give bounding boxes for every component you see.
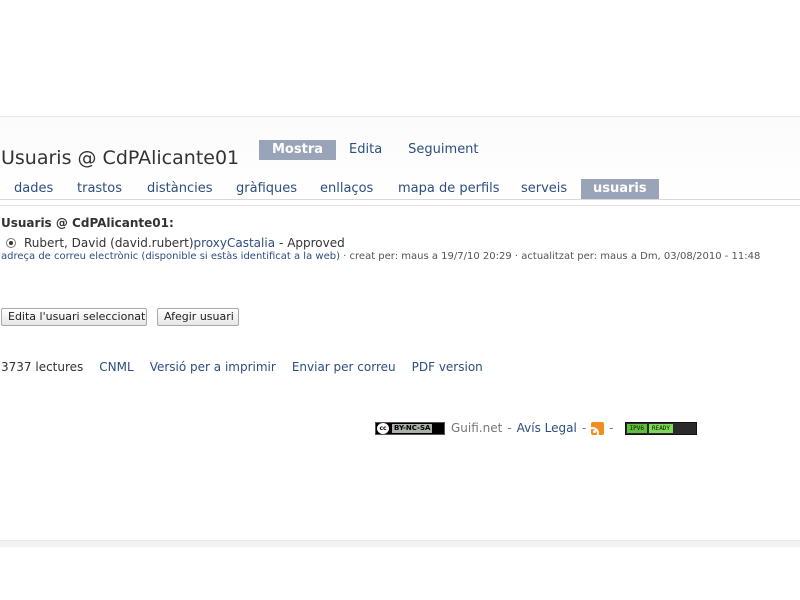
rss-feed-icon[interactable] xyxy=(591,421,605,435)
legal-notice-link[interactable]: Avís Legal xyxy=(517,421,577,435)
user-status: - Approved xyxy=(279,236,345,250)
user-proxy-link[interactable]: proxyCastalia xyxy=(194,236,276,250)
ipv6-ready-badge[interactable]: IPV6 READY xyxy=(624,421,697,435)
tab-trastos[interactable]: trastos xyxy=(77,179,122,199)
ipv6-text: IPV6 xyxy=(626,423,647,433)
user-row: Rubert, David (david.rubert) proxyCastal… xyxy=(6,236,345,250)
send-by-email-link[interactable]: Enviar per correu xyxy=(292,360,396,374)
footer-separator: - xyxy=(609,421,614,435)
page-title: Usuaris @ CdPAlicante01 xyxy=(1,147,240,169)
tab-usuaris[interactable]: usuaris xyxy=(581,179,659,199)
footer-separator: - xyxy=(581,421,587,435)
node-links: 3737 lectures CNML Versió per a imprimir En… xyxy=(1,360,499,374)
tab-seguiment[interactable]: Seguiment xyxy=(395,140,491,160)
tab-dades[interactable]: dades xyxy=(14,179,53,199)
edit-selected-user-button[interactable]: Edita l'usuari seleccionat xyxy=(1,308,147,326)
tab-enllacos[interactable]: enllaços xyxy=(320,179,373,199)
tab-distancies[interactable]: distàncies xyxy=(147,179,212,199)
user-created-updated: · creat per: maus a 19/7/10 20:29 · actu… xyxy=(343,251,761,262)
primary-tabs: Mostra Edita Seguiment xyxy=(259,140,492,160)
user-meta: adreça de correu electrònic (disponible … xyxy=(1,251,760,262)
cc-license-text: BY-NC-SA xyxy=(392,423,433,433)
footer: cc BY-NC-SA Guifi.net - Avís Legal - - I… xyxy=(375,421,697,435)
cnml-link[interactable]: CNML xyxy=(99,360,133,374)
users-section-heading: Usuaris @ CdPAlicante01: xyxy=(1,216,174,230)
secondary-tabs: dades trastos distàncies gràfiques enlla… xyxy=(0,179,800,200)
tab-edita[interactable]: Edita xyxy=(336,140,395,160)
site-name: Guifi.net xyxy=(451,421,503,435)
reads-count: 3737 lectures xyxy=(1,360,84,374)
bottom-divider xyxy=(0,540,800,547)
tab-grafiques[interactable]: gràfiques xyxy=(236,179,297,199)
add-user-button[interactable]: Afegir usuari xyxy=(157,308,239,326)
user-name: Rubert, David (david.rubert) xyxy=(24,236,194,250)
user-email-note: adreça de correu electrònic (disponible … xyxy=(1,251,340,262)
creative-commons-badge[interactable]: cc BY-NC-SA xyxy=(375,421,445,435)
ready-text: READY xyxy=(648,423,674,433)
print-version-link[interactable]: Versió per a imprimir xyxy=(150,360,276,374)
pdf-version-link[interactable]: PDF version xyxy=(412,360,483,374)
tab-mostra[interactable]: Mostra xyxy=(259,140,337,160)
cc-symbol: cc xyxy=(377,422,389,434)
tab-serveis[interactable]: serveis xyxy=(521,179,567,199)
tab-mapa-de-perfils[interactable]: mapa de perfils xyxy=(398,179,500,199)
footer-separator: - xyxy=(507,421,512,435)
user-radio-button[interactable] xyxy=(6,238,16,248)
